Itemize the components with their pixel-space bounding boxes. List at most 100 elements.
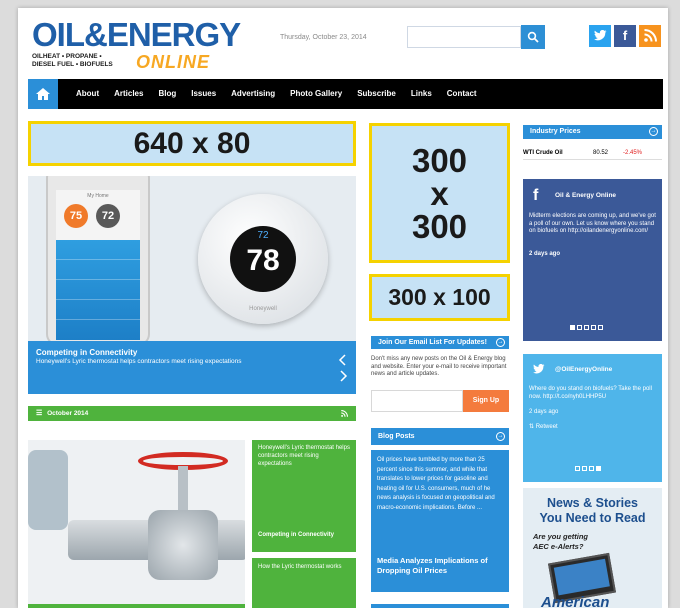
- thermostat-temp: 78: [246, 244, 280, 277]
- search-input[interactable]: [407, 26, 521, 48]
- blog-post-title[interactable]: Media Analyzes Implications of Dropping …: [377, 556, 505, 576]
- thermostat-dial: 72 78: [230, 226, 296, 292]
- email-signup-title: Join Our Email List For Updates!: [378, 339, 487, 346]
- phone-temp-circle-2: 72: [96, 204, 120, 228]
- twitter-handle[interactable]: @OilEnergyOnline: [555, 366, 612, 373]
- logo-tagline: OILHEAT • PROPANE • DIESEL FUEL • BIOFUE…: [32, 53, 122, 69]
- nav-item-advertising[interactable]: Advertising: [231, 79, 275, 109]
- facebook-post-text: Midterm elections are coming up, and we'…: [529, 213, 656, 234]
- nav-item-articles[interactable]: Articles: [114, 79, 143, 109]
- price-row: WTI Crude Oil 80.52 -2.45%: [523, 148, 662, 160]
- twitter-icon: [533, 364, 545, 374]
- blog-post-card[interactable]: Oil prices have tumbled by more than 25 …: [371, 450, 509, 592]
- nav-item-blog[interactable]: Blog: [158, 79, 176, 109]
- phone-zone-list: [56, 240, 140, 340]
- phone-screen: My Home 75 72: [56, 190, 140, 340]
- search-button[interactable]: [521, 25, 545, 49]
- month-label: October 2014: [47, 410, 89, 417]
- carousel-dot[interactable]: [591, 325, 596, 330]
- home-icon: [36, 88, 50, 100]
- news-ad-title-line1: News & Stories: [546, 496, 638, 510]
- hero-subtitle: Honeywell's Lyric thermostat helps contr…: [36, 358, 242, 365]
- square-ad-line2: x: [430, 174, 449, 212]
- retweet-link[interactable]: ⇅ Retweet: [529, 423, 558, 430]
- hero-caption[interactable]: Competing in Connectivity Honeywell's Ly…: [28, 341, 356, 394]
- arrow-circle-icon[interactable]: →: [649, 127, 658, 136]
- carousel-dot[interactable]: [598, 325, 603, 330]
- nav-item-issues[interactable]: Issues: [191, 79, 216, 109]
- hero-arrows-icon[interactable]: [338, 353, 348, 383]
- carousel-dot[interactable]: [582, 466, 587, 471]
- twitter-feed: @OilEnergyOnline Where do you stand on b…: [523, 354, 662, 482]
- carousel-dot[interactable]: [570, 325, 575, 330]
- nav-item-links[interactable]: Links: [411, 79, 432, 109]
- facebook-icon: f: [622, 28, 628, 43]
- facebook-page-name[interactable]: Oil & Energy Online: [555, 192, 616, 199]
- site-logo[interactable]: OIL&ENERGY OILHEAT • PROPANE • DIESEL FU…: [32, 16, 258, 76]
- page: OIL&ENERGY OILHEAT • PROPANE • DIESEL FU…: [18, 8, 668, 608]
- news-ad-question: Are you getting AEC e-Alerts?: [533, 532, 588, 552]
- story-card-1-text: Honeywell's Lyric thermostat helps contr…: [258, 445, 350, 467]
- story-image[interactable]: [28, 440, 245, 608]
- facebook-button[interactable]: f: [614, 25, 636, 47]
- leaderboard-ad-label: 640 x 80: [133, 126, 251, 160]
- twitter-carousel-dots[interactable]: [575, 466, 601, 471]
- facebook-feed: f Oil & Energy Online Midterm elections …: [523, 179, 662, 341]
- tweet-text: Where do you stand on biofuels? Take the…: [529, 386, 652, 400]
- hero-title[interactable]: Competing in Connectivity: [36, 348, 137, 357]
- nav-items: About Articles Blog Issues Advertising P…: [76, 79, 492, 109]
- current-date: Thursday, October 23, 2014: [280, 34, 367, 41]
- blog-posts-title: Blog Posts: [378, 433, 415, 440]
- nav-item-about[interactable]: About: [76, 79, 99, 109]
- square-ad[interactable]: 300 x 300: [369, 123, 510, 263]
- news-ad-question-line2: AEC e-Alerts?: [533, 542, 584, 551]
- square-ad-line1: 300: [411, 141, 468, 179]
- next-blog-card-edge: [371, 604, 509, 608]
- story-card-2[interactable]: How the Lyric thermostat works: [252, 558, 356, 608]
- worker-silhouette: [28, 450, 68, 530]
- story-image-bar: [28, 604, 245, 608]
- news-ad-brand: American: [541, 594, 610, 608]
- carousel-dot[interactable]: [577, 325, 582, 330]
- month-archive-bar[interactable]: ☰ October 2014: [28, 406, 356, 421]
- nav-item-subscribe[interactable]: Subscribe: [357, 79, 396, 109]
- email-field[interactable]: [371, 390, 463, 412]
- story-card-1-title[interactable]: Competing in Connectivity: [258, 532, 334, 538]
- blog-post-excerpt: Oil prices have tumbled by more than 25 …: [377, 457, 495, 511]
- rss-icon[interactable]: [341, 410, 348, 417]
- story-card-2-text: How the Lyric thermostat works: [258, 564, 342, 570]
- logo-wordmark: OIL&ENERGY: [32, 16, 241, 53]
- banner-ad[interactable]: 300 x 100: [369, 274, 510, 321]
- carousel-dot[interactable]: [584, 325, 589, 330]
- thermostat-illustration: 72 78 Honeywell: [198, 194, 328, 324]
- twitter-icon: [593, 29, 606, 41]
- nav-item-photo-gallery[interactable]: Photo Gallery: [290, 79, 342, 109]
- thermostat-setpoint: 72: [257, 230, 269, 241]
- email-signup-header: Join Our Email List For Updates! →: [371, 336, 509, 349]
- story-card-1[interactable]: Honeywell's Lyric thermostat helps contr…: [252, 440, 356, 552]
- retweet-icon: ⇅: [529, 424, 535, 430]
- facebook-carousel-dots[interactable]: [570, 325, 603, 330]
- twitter-button[interactable]: [589, 25, 611, 47]
- news-ad-title: News & Stories You Need to Read: [523, 496, 662, 526]
- main-nav: About Articles Blog Issues Advertising P…: [28, 79, 663, 109]
- email-signup-text: Don't miss any new posts on the Oil & En…: [371, 356, 507, 377]
- carousel-dot[interactable]: [589, 466, 594, 471]
- valve-stem: [178, 466, 188, 516]
- nav-home-button[interactable]: [28, 79, 58, 109]
- carousel-dot[interactable]: [575, 466, 580, 471]
- arrow-circle-icon[interactable]: →: [496, 338, 505, 347]
- industry-prices-header: Industry Prices →: [523, 125, 662, 139]
- facebook-icon: f: [533, 187, 539, 204]
- news-stories-ad[interactable]: News & Stories You Need to Read Are you …: [523, 488, 662, 608]
- nav-item-contact[interactable]: Contact: [447, 79, 477, 109]
- rss-button[interactable]: [639, 25, 661, 47]
- search-icon: [527, 31, 539, 43]
- valve-body: [148, 510, 218, 580]
- carousel-dot[interactable]: [596, 466, 601, 471]
- commodity-name: WTI Crude Oil: [523, 150, 563, 156]
- leaderboard-ad[interactable]: 640 x 80: [28, 121, 356, 166]
- arrow-circle-icon[interactable]: →: [496, 432, 505, 441]
- commodity-price: 80.52: [593, 150, 609, 156]
- sign-up-button[interactable]: Sign Up: [463, 390, 509, 412]
